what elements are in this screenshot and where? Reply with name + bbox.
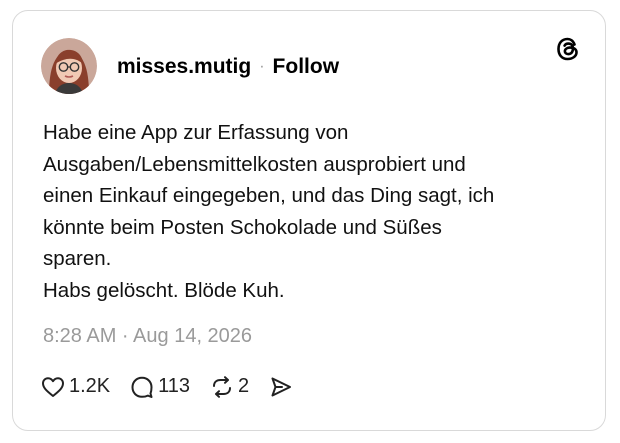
action-bar: 1.2K 113 2 bbox=[41, 375, 313, 398]
author-username[interactable]: misses.mutig bbox=[117, 56, 251, 77]
reply-button[interactable]: 113 bbox=[130, 375, 190, 398]
follow-button[interactable]: Follow bbox=[273, 56, 340, 77]
post-timestamp[interactable]: 8:28 AM · Aug 14, 2026 bbox=[43, 325, 252, 348]
post-card: misses.mutig · Follow Habe eine App zur … bbox=[12, 10, 606, 431]
post-text-line: einen Einkauf eingegeben, und das Ding s… bbox=[43, 184, 495, 207]
post-header: misses.mutig · Follow bbox=[117, 56, 339, 77]
threads-logo-icon[interactable] bbox=[555, 36, 581, 62]
send-icon bbox=[271, 377, 292, 396]
avatar[interactable] bbox=[41, 38, 97, 94]
reply-count: 113 bbox=[158, 375, 191, 397]
post-text-line: könnte beim Posten Schokolade und Süßes bbox=[43, 215, 442, 239]
avatar-image bbox=[41, 38, 97, 94]
like-count: 1.2K bbox=[69, 375, 111, 397]
header-separator: · bbox=[259, 57, 265, 75]
post-text-line: Habe eine App zur Erfassung von bbox=[43, 121, 349, 144]
post-text-line: sparen. bbox=[43, 247, 112, 270]
post-text-line: Ausgaben/Lebensmittelkosten ausprobiert … bbox=[43, 152, 466, 176]
repost-count: 2 bbox=[238, 375, 250, 397]
like-button[interactable]: 1.2K bbox=[41, 375, 110, 398]
post-text: Habe eine App zur Erfassung von Ausgaben… bbox=[43, 117, 583, 306]
post-text-line: Habs gelöscht. Blöde Kuh. bbox=[43, 278, 285, 302]
repost-arrows-icon bbox=[213, 375, 232, 398]
heart-icon bbox=[42, 376, 64, 397]
repost-button[interactable]: 2 bbox=[210, 375, 249, 398]
share-button[interactable] bbox=[269, 376, 293, 398]
comment-bubble-icon bbox=[131, 376, 153, 398]
